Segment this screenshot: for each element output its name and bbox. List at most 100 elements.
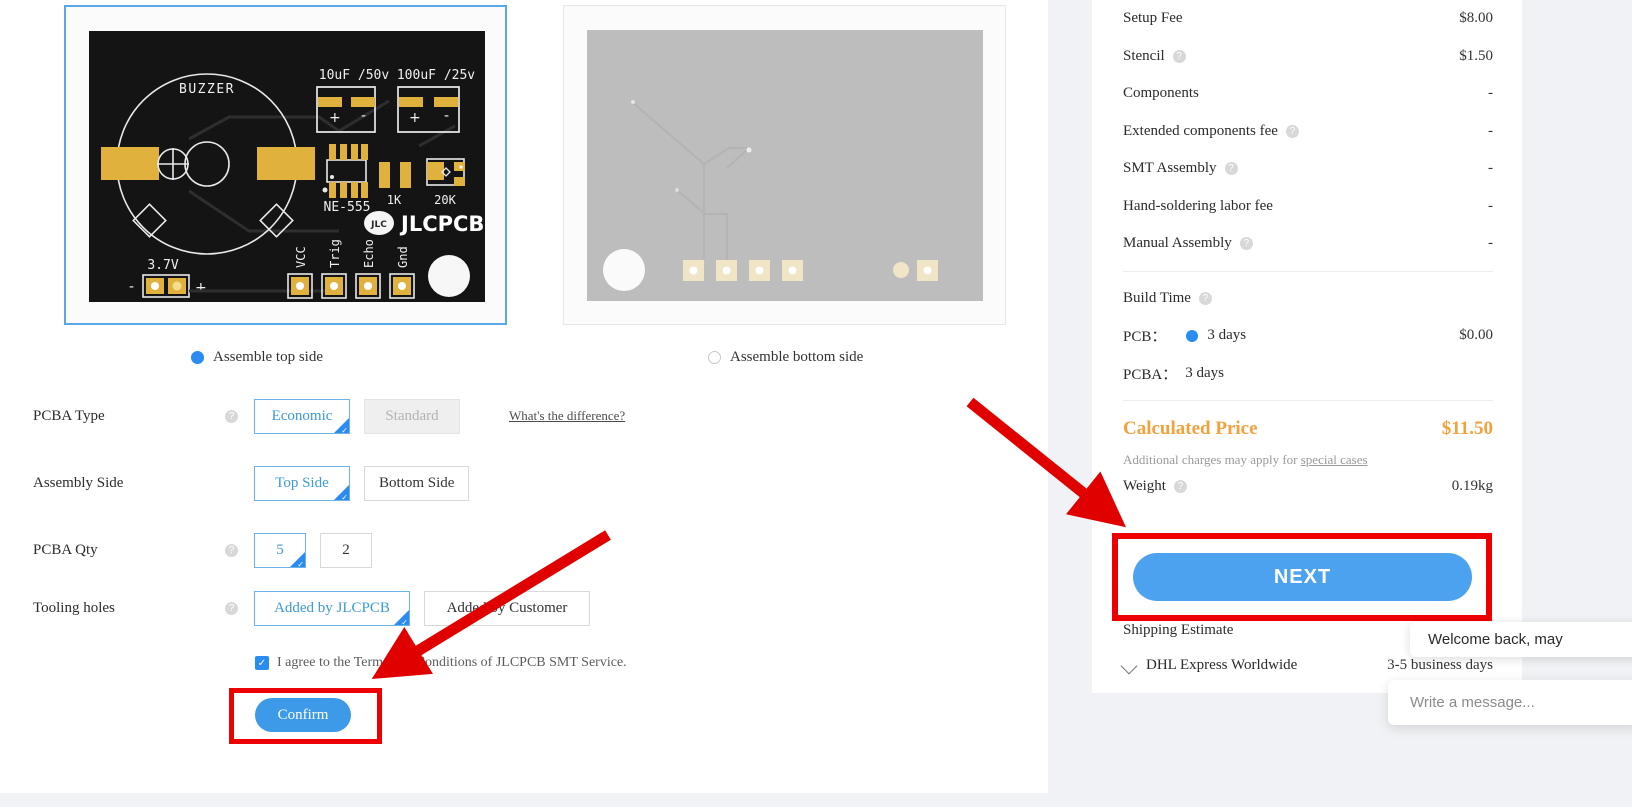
price-summary-list: Setup Fee $8.00 Stencil ? $1.50 Componen…	[1123, 0, 1493, 504]
option-assembly-side-top[interactable]: Top Side	[254, 465, 350, 502]
link-special-cases[interactable]: special cases	[1301, 452, 1368, 467]
silk-pin-gnd: Gnd	[396, 246, 410, 268]
form-row-assembly-side: Assembly Side Top Side Bottom Side	[0, 457, 1048, 509]
option-tooling-holes-jlcpcb[interactable]: Added by JLCPCB	[254, 590, 410, 627]
value-pcba-build-time: 3 days	[1185, 364, 1224, 381]
summary-row-pcba-build-time: PCBA： 3 days	[1123, 355, 1493, 393]
summary-divider-2	[1123, 400, 1493, 401]
option-group-pcba-type: Economic Standard	[254, 398, 474, 435]
silk-ic: NE-555	[324, 200, 371, 215]
silk-pin-trig: Trig	[328, 239, 342, 268]
summary-row-manual-assembly: Manual Assembly ? -	[1123, 225, 1493, 263]
summary-value-manual-assembly: -	[1488, 235, 1493, 252]
pcb-build-time-selected-icon[interactable]	[1186, 329, 1199, 342]
help-icon-stencil[interactable]: ?	[1172, 49, 1186, 63]
option-assembly-side-bottom[interactable]: Bottom Side	[364, 465, 470, 501]
calculated-price-value: $11.50	[1441, 418, 1493, 439]
summary-label-stencil: Stencil	[1123, 47, 1165, 64]
help-icon-extended-components-fee[interactable]: ?	[1285, 124, 1299, 138]
summary-label-setup-fee: Setup Fee	[1123, 10, 1183, 27]
svg-text:-: -	[129, 279, 134, 295]
summary-row-build-time: Build Time ?	[1123, 280, 1493, 318]
summary-label-weight: Weight	[1123, 477, 1166, 494]
summary-divider-1	[1123, 270, 1493, 272]
svg-text:+: +	[195, 280, 207, 296]
pcb-top-board: BUZZER 10uF /50v + - 100uF /25v + - NE-5…	[89, 31, 485, 302]
summary-value-weight: 0.19kg	[1451, 477, 1493, 494]
silk-logo: JLCPCB	[399, 212, 484, 236]
label-tooling-holes: Tooling holes	[33, 599, 115, 616]
shipping-carrier-eta: 3-5 business days	[1387, 657, 1493, 673]
pcb-preview-row: BUZZER 10uF /50v + - 100uF /25v + - NE-5…	[0, 0, 1048, 336]
summary-row-smt-assembly: SMT Assembly ? -	[1123, 150, 1493, 188]
link-whats-the-difference[interactable]: What's the difference?	[509, 408, 625, 424]
option-tooling-holes-customer[interactable]: Added by Customer	[424, 590, 590, 626]
radio-assemble-bottom-side[interactable]: Assemble bottom side	[708, 346, 863, 368]
silk-cap2: 100uF /25v	[397, 68, 475, 83]
option-pcba-type-economic[interactable]: Economic	[254, 398, 350, 435]
option-pcba-type-standard[interactable]: Standard	[364, 398, 460, 434]
terms-agreement-label: I agree to the Terms and Conditions of J…	[277, 655, 627, 670]
label-pcb-build-time: PCB：	[1123, 329, 1167, 346]
pcb-bottom-preview[interactable]	[563, 5, 1006, 325]
terms-agreement-row[interactable]: ✓ I agree to the Terms and Conditions of…	[255, 655, 627, 671]
summary-value-stencil: $1.50	[1459, 47, 1493, 64]
summary-label-hand-soldering-labor-fee: Hand-soldering labor fee	[1123, 197, 1273, 214]
summary-label-components: Components	[1123, 85, 1199, 102]
silk-pin-echo: Echo	[362, 239, 376, 268]
pcb-top-preview[interactable]: BUZZER 10uF /50v + - 100uF /25v + - NE-5…	[64, 5, 507, 325]
pcb-bottom-svg	[587, 30, 983, 301]
chat-greeting-bubble[interactable]: Welcome back, may	[1410, 622, 1632, 657]
silk-pin-vcc: VCC	[294, 246, 308, 268]
radio-bottom-label: Assemble bottom side	[730, 348, 864, 365]
summary-label-build-time: Build Time	[1123, 289, 1191, 306]
calculated-price-row: Calculated Price $11.50	[1123, 409, 1493, 449]
radio-top-dot-icon	[191, 350, 204, 364]
help-icon-pcba-qty[interactable]: ?	[225, 543, 238, 557]
shipping-carrier-row[interactable]: DHL Express Worldwide 3-5 business days	[1120, 657, 1493, 674]
silk-r1: 1K	[387, 193, 402, 207]
summary-row-extended-components-fee: Extended components fee ? -	[1123, 113, 1493, 151]
next-button[interactable]: NEXT	[1133, 553, 1472, 601]
silk-buzzer: BUZZER	[179, 82, 235, 97]
svg-text:+: +	[329, 110, 341, 126]
help-icon-pcba-type[interactable]: ?	[225, 409, 238, 423]
form-row-tooling-holes: Tooling holes ? Added by JLCPCB Added by…	[0, 582, 1048, 634]
summary-label-smt-assembly: SMT Assembly	[1123, 160, 1217, 177]
additional-charges-note-text: Additional charges may apply for	[1123, 452, 1301, 467]
chat-message-input[interactable]: Write a message...	[1388, 680, 1632, 725]
help-icon-manual-assembly[interactable]: ?	[1239, 237, 1253, 251]
summary-value-hand-soldering-labor-fee: -	[1488, 197, 1493, 214]
summary-value-smt-assembly: -	[1488, 160, 1493, 177]
option-pcba-qty-5[interactable]: 5	[254, 532, 306, 569]
value-pcb-build-time: 3 days	[1207, 327, 1247, 344]
chevron-down-icon[interactable]	[1120, 657, 1138, 674]
summary-label-manual-assembly: Manual Assembly	[1123, 235, 1232, 252]
help-icon-smt-assembly[interactable]: ?	[1224, 162, 1238, 176]
svg-text:-: -	[444, 108, 449, 124]
label-pcba-build-time: PCBA：	[1123, 366, 1178, 383]
price-pcb-build-time: $0.00	[1459, 327, 1493, 344]
form-row-pcba-qty: PCBA Qty ? 5 2	[0, 524, 1048, 576]
silk-logo-mark: JLC	[370, 220, 387, 230]
label-assembly-side: Assembly Side	[33, 474, 124, 491]
option-pcba-qty-2[interactable]: 2	[320, 532, 372, 568]
summary-row-weight: Weight ? 0.19kg	[1123, 468, 1493, 504]
help-icon-tooling-holes[interactable]: ?	[225, 601, 238, 615]
option-group-assembly-side: Top Side Bottom Side	[254, 465, 483, 502]
option-group-tooling-holes: Added by JLCPCB Added by Customer	[254, 590, 604, 627]
help-icon-build-time[interactable]: ?	[1198, 291, 1212, 305]
help-icon-weight[interactable]: ?	[1173, 479, 1187, 493]
calculated-price-label: Calculated Price	[1123, 418, 1258, 439]
label-pcba-qty: PCBA Qty	[33, 541, 98, 558]
summary-label-extended-components-fee: Extended components fee	[1123, 122, 1278, 139]
summary-value-components: -	[1488, 85, 1493, 102]
summary-value-setup-fee: $8.00	[1459, 10, 1493, 27]
option-group-pcba-qty: 5 2	[254, 532, 386, 569]
silk-r2: 20K	[434, 193, 456, 207]
additional-charges-note: Additional charges may apply for special…	[1123, 452, 1493, 468]
terms-checkbox[interactable]: ✓	[255, 656, 269, 670]
radio-bottom-dot-icon	[708, 350, 721, 364]
confirm-button[interactable]: Confirm	[255, 698, 351, 732]
radio-assemble-top-side[interactable]: Assemble top side	[191, 346, 323, 368]
